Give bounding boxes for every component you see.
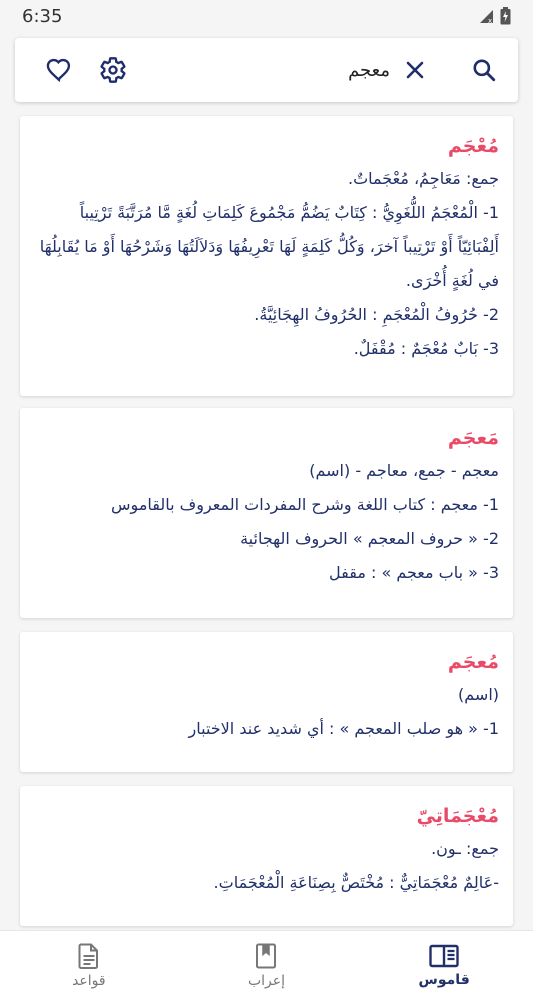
- result-line: جمع: ـون.: [431, 839, 499, 858]
- search-bar: [15, 38, 518, 102]
- result-line: 2- « حروف المعجم » الحروف الهجائية: [240, 529, 499, 548]
- favorite-button[interactable]: [39, 50, 79, 90]
- bottom-navigation: قواعد إعراب قاموس: [0, 930, 533, 1001]
- result-line: 3- « باب معجم » : مقفل: [329, 563, 499, 582]
- result-card[interactable]: مَعجَم معجم - جمع، معاجم - (اسم) 1- معجم…: [20, 408, 513, 618]
- clear-icon: [406, 61, 424, 79]
- nav-label: إعراب: [247, 973, 285, 989]
- status-icons: x: [478, 7, 511, 25]
- status-bar: 6:35 x: [0, 0, 533, 32]
- result-card[interactable]: مُعجَم (اسم) 1- « هو صلب المعجم » : أي ش…: [20, 632, 513, 772]
- bookmark-book-icon: [256, 943, 277, 969]
- result-headword: مَعجَم: [447, 427, 499, 449]
- result-line: (اسم): [458, 685, 499, 704]
- signal-icon: x: [480, 10, 493, 24]
- status-time: 6:35: [22, 5, 63, 27]
- nav-label: قاموس: [418, 972, 470, 988]
- nav-item-irab[interactable]: إعراب: [196, 931, 336, 1001]
- result-card[interactable]: مُعْجَمَاتِيّ جمع: ـون. -عَالِمٌ مُعْجَم…: [20, 786, 513, 926]
- result-headword: مُعْجَم: [447, 135, 499, 157]
- svg-text:x: x: [488, 17, 492, 24]
- battery-icon: [500, 7, 511, 25]
- search-input[interactable]: [165, 52, 390, 88]
- nav-item-qawaid[interactable]: قواعد: [19, 931, 159, 1001]
- result-line: معجم - جمع، معاجم - (اسم): [309, 461, 499, 480]
- result-headword: مُعجَم: [447, 651, 499, 673]
- result-line: 1- « هو صلب المعجم » : أي شديد عند الاخت…: [188, 719, 499, 738]
- result-line: -عَالِمٌ مُعْجَمَاتِيٌّ : مُخْتَصٌّ بِصِ…: [213, 873, 499, 892]
- result-headword: مُعْجَمَاتِيّ: [416, 805, 499, 827]
- nav-label: قواعد: [72, 973, 106, 989]
- document-icon: [78, 943, 98, 969]
- clear-search-button[interactable]: [395, 50, 435, 90]
- settings-gear-icon: [100, 57, 126, 83]
- result-line: 1- الْمُعْجَمُ اللُّغَوِيُّ : كِتَابٌ يَ…: [39, 203, 499, 290]
- search-icon: [473, 59, 496, 82]
- dictionary-book-icon: [429, 944, 459, 968]
- favorite-heart-icon: [46, 58, 71, 83]
- result-card[interactable]: مُعْجَم جمع: مَعَاجِمُ، مُعْجَماتٌ. 1- ا…: [20, 116, 513, 396]
- result-line: 1- معجم : كتاب اللغة وشرح المفردات المعر…: [111, 495, 499, 514]
- result-line: 3- بَابٌ مُعْجَمٌ : مُقْفَلٌ.: [353, 339, 499, 358]
- search-button[interactable]: [464, 50, 504, 90]
- result-line: 2- حُرُوفُ الْمُعْجَمِ : الحُرُوفُ الهِج…: [254, 305, 499, 324]
- nav-item-qamus[interactable]: قاموس: [374, 931, 514, 1001]
- result-line: جمع: مَعَاجِمُ، مُعْجَماتٌ.: [348, 169, 499, 188]
- settings-button[interactable]: [93, 50, 133, 90]
